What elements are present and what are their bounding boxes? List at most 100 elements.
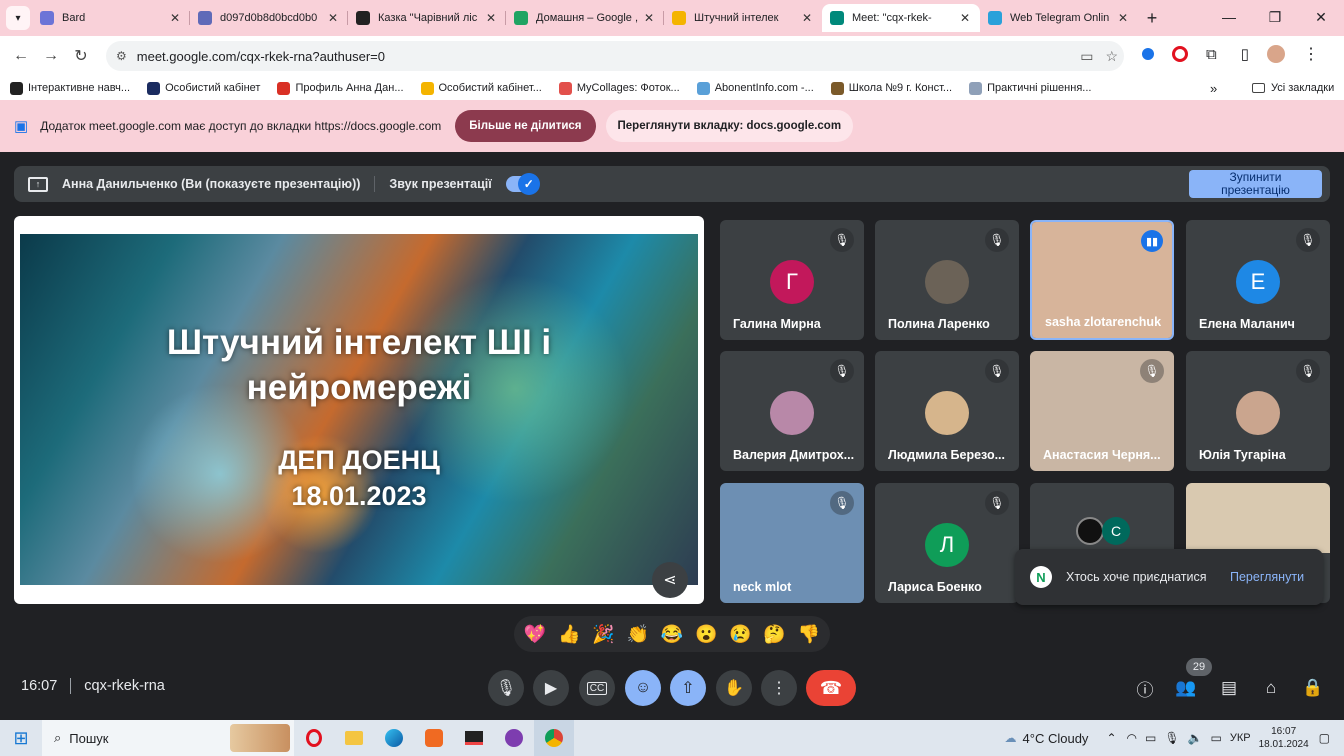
bookmark-item[interactable]: Школа №9 г. Конст... [830,81,952,95]
browser-tab[interactable]: d097d0b8d0bcd0b0 ✕ [190,4,348,32]
reaction-emoji[interactable]: 😮 [695,624,717,645]
opera-extension-icon[interactable] [1172,46,1188,62]
participant-tile[interactable]: Л 🎙 Лариса Боенко [875,483,1019,603]
windows-start-icon[interactable]: ⊞ [0,720,42,756]
bookmark-item[interactable]: Інтерактивне навч... [10,81,130,95]
site-info-icon[interactable]: ⚙ [116,49,127,63]
participant-tile[interactable]: 🎙 Полина Ларенко [875,220,1019,340]
opera-taskbar-icon[interactable] [294,720,334,756]
leave-call-button[interactable]: ☎ [806,670,856,706]
bookmark-item[interactable]: AbonentInfo.com -... [696,81,814,95]
notifications-icon[interactable]: ▢ [1319,731,1330,745]
presentation-audio-toggle[interactable]: ✓ [505,173,540,195]
present-button[interactable]: ⇧ [670,670,706,706]
new-tab-button[interactable]: + [1138,4,1166,32]
participant-tile[interactable]: 🎙 Анастасия Черня... [1030,351,1174,471]
reaction-emoji[interactable]: 👏 [627,624,649,645]
microphone-button[interactable]: 🎙 [488,670,524,706]
address-bar[interactable]: ⚙ meet.google.com/cqx-rkek-rna?authuser=… [106,41,1124,71]
tab-title: Bard [62,12,86,24]
extensions-icon[interactable]: ⧉ [1206,46,1217,63]
tray-chevron-icon[interactable]: ⌃ [1106,731,1116,745]
browser-tab[interactable]: Штучний інтелек ✕ [664,4,822,32]
viber-taskbar-icon[interactable] [494,720,534,756]
close-window-icon[interactable]: ✕ [1298,0,1344,34]
close-tab-icon[interactable]: ✕ [800,11,814,25]
close-tab-icon[interactable]: ✕ [326,11,340,25]
close-tab-icon[interactable]: ✕ [1116,11,1130,25]
reaction-emoji[interactable]: 😢 [729,624,751,645]
people-button[interactable]: 👥 [1173,675,1199,701]
file-explorer-taskbar-icon[interactable] [334,720,374,756]
browser-tab[interactable]: Meet: "cqx-rkek- ✕ [822,4,980,32]
close-tab-icon[interactable]: ✕ [642,11,656,25]
profile-avatar[interactable] [1266,45,1285,63]
participant-tile[interactable]: 🎙 Валерия Дмитрох... [720,351,864,471]
taskbar-clock[interactable]: 16:07 18.01.2024 [1259,725,1309,751]
network-icon[interactable]: ▭ [1145,731,1156,745]
share-icon[interactable]: ⋖ [652,562,688,598]
app-taskbar-icon[interactable] [414,720,454,756]
reaction-emoji[interactable]: 💖 [524,624,546,645]
bookmark-item[interactable]: Профиль Анна Дан... [277,81,404,95]
extension-dot-icon[interactable] [1142,48,1154,60]
meeting-details-button[interactable]: ⓘ [1132,675,1158,701]
bookmark-item[interactable]: Практичні рішення... [969,81,1091,95]
minimize-icon[interactable]: — [1206,0,1252,34]
participant-tile[interactable]: 🎙 Юлія Тугаріна [1186,351,1330,471]
participant-tile[interactable]: 🎙 Людмила Березо... [875,351,1019,471]
reaction-emoji[interactable]: 🤔 [763,624,785,645]
reaction-emoji[interactable]: 😂 [661,624,683,645]
back-icon[interactable]: ← [6,41,36,71]
bookmark-star-icon[interactable]: ☆ [1105,48,1118,65]
forward-icon[interactable]: → [36,41,66,71]
reaction-emoji[interactable]: 👍 [558,624,580,645]
all-bookmarks[interactable]: Усі закладки [1252,82,1334,94]
stop-sharing-button[interactable]: Більше не ділитися [455,110,596,142]
stop-presenting-button[interactable]: Зупинити презентацію [1189,170,1322,198]
reaction-emoji[interactable]: 👎 [798,624,820,645]
reactions-button[interactable]: ☺ [625,670,661,706]
mic-tray-icon[interactable]: 🎙 [1164,731,1179,745]
menu-icon[interactable]: ⋮ [1303,44,1319,64]
taskbar-search[interactable]: ⌕ Пошук [42,720,294,756]
maximize-icon[interactable]: ❐ [1252,0,1298,34]
view-join-request-button[interactable]: Переглянути [1230,570,1304,584]
more-options-button[interactable]: ⋮ [761,670,797,706]
close-tab-icon[interactable]: ✕ [168,11,182,25]
captions-button[interactable]: CC [579,670,615,706]
host-controls-button[interactable]: 🔒 [1300,675,1326,701]
volume-icon[interactable]: 🔈 [1188,731,1203,745]
view-tab-button[interactable]: Переглянути вкладку: docs.google.com [605,110,854,142]
weather-text[interactable]: 4°C Cloudy [1023,731,1089,746]
camera-in-use-icon[interactable]: ▭ [1080,48,1093,65]
participant-tile[interactable]: 🎙 neck mlot [720,483,864,603]
battery-icon[interactable]: ▭ [1211,731,1222,745]
chat-button[interactable]: ▤ [1216,675,1242,701]
terminal-taskbar-icon[interactable] [454,720,494,756]
camera-button[interactable]: ▶ [533,670,569,706]
bookmark-item[interactable]: Особистий кабінет... [420,81,542,95]
wifi-icon[interactable]: ◠ [1127,731,1137,745]
chrome-taskbar-icon[interactable] [534,720,574,756]
reload-icon[interactable]: ↻ [66,41,96,71]
browser-tab[interactable]: Казка "Чарівний ліс ✕ [348,4,506,32]
browser-tab[interactable]: Bard ✕ [32,4,190,32]
participant-tile[interactable]: Г 🎙 Галина Мирна [720,220,864,340]
bookmark-item[interactable]: MyCollages: Фоток... [558,81,680,95]
participant-tile[interactable]: ▮▮ sasha zlotarenchuk [1030,220,1174,340]
browser-tab[interactable]: Домашня – Google , ✕ [506,4,664,32]
reaction-emoji[interactable]: 🎉 [592,624,614,645]
close-tab-icon[interactable]: ✕ [958,11,972,25]
close-tab-icon[interactable]: ✕ [484,11,498,25]
language-indicator[interactable]: УКР [1230,732,1251,744]
tab-search-button[interactable]: ▾ [6,6,30,30]
more-bookmarks-icon[interactable]: » [1210,81,1217,96]
raise-hand-button[interactable]: ✋ [716,670,752,706]
activities-button[interactable]: ⌂ [1258,675,1284,701]
edge-taskbar-icon[interactable] [374,720,414,756]
participant-tile[interactable]: Е 🎙 Елена Маланич [1186,220,1330,340]
bookmark-item[interactable]: Особистий кабінет [147,81,260,95]
browser-tab[interactable]: Web Telegram Onlin ✕ [980,4,1138,32]
side-panel-icon[interactable]: ▯ [1241,45,1249,63]
